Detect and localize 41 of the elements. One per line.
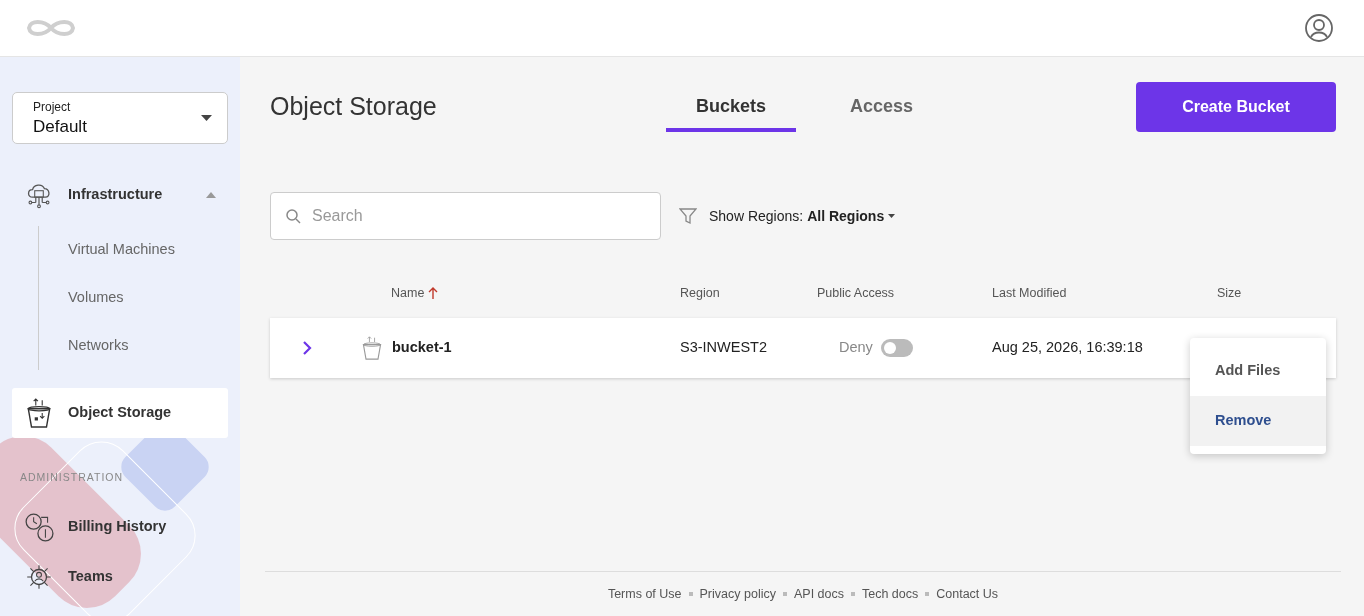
sidebar-item[interactable]: Object Storage: [12, 388, 228, 438]
tab[interactable]: Access: [820, 84, 944, 132]
sidebar-subitem[interactable]: Virtual Machines: [39, 226, 228, 274]
create-bucket-button[interactable]: Create Bucket: [1136, 82, 1336, 132]
sidebar-subitem[interactable]: Networks: [39, 322, 228, 370]
sidebar-subitem[interactable]: Volumes: [39, 274, 228, 322]
column-header[interactable]: Name: [270, 283, 680, 303]
section-heading: ADMINISTRATION: [19, 470, 125, 485]
column-header[interactable]: Size: [1217, 283, 1317, 303]
sidebar-item[interactable]: Teams: [12, 551, 228, 602]
footer-link[interactable]: Tech docs: [862, 584, 919, 604]
project-select[interactable]: Project Default: [12, 92, 228, 144]
page-title: Object Storage: [270, 91, 438, 123]
infinity-logo-icon: [26, 18, 76, 38]
footer-link[interactable]: API docs: [793, 584, 844, 604]
caret-icon: [888, 214, 896, 218]
menu-item[interactable]: Remove: [1190, 396, 1326, 446]
bucket-icon: [360, 334, 384, 362]
dropdown-caret-icon: [201, 115, 212, 121]
chevron-right-icon[interactable]: [300, 340, 314, 356]
region-filter[interactable]: Show Regions: All Regions: [709, 205, 896, 227]
column-header[interactable]: Public Access: [817, 283, 992, 303]
access-label: Deny: [839, 338, 873, 358]
footer-link[interactable]: Contact Us: [936, 584, 999, 604]
footer-link[interactable]: Terms of Use: [607, 584, 682, 604]
table-cell-text: S3-INWEST2: [680, 338, 768, 358]
search-icon: [286, 209, 301, 224]
user-avatar-icon[interactable]: [1304, 13, 1334, 43]
column-header[interactable]: Last Modified: [992, 283, 1217, 303]
search-field[interactable]: Search: [270, 192, 661, 240]
tab[interactable]: Buckets: [666, 84, 797, 132]
column-header[interactable]: Region: [680, 283, 817, 303]
sidebar-item[interactable]: Infrastructure: [12, 170, 228, 220]
sidebar-item[interactable]: Billing History: [12, 501, 228, 552]
filter-icon: [679, 207, 697, 225]
footer-link[interactable]: Privacy policy: [699, 584, 776, 604]
bucket-name[interactable]: bucket-1: [392, 337, 452, 359]
caret-icon: [206, 192, 216, 198]
table-cell-text: Aug 25, 2026, 16:39:18: [992, 338, 1144, 358]
clock-coin-icon: [24, 511, 54, 542]
public-access-toggle[interactable]: [880, 339, 913, 357]
